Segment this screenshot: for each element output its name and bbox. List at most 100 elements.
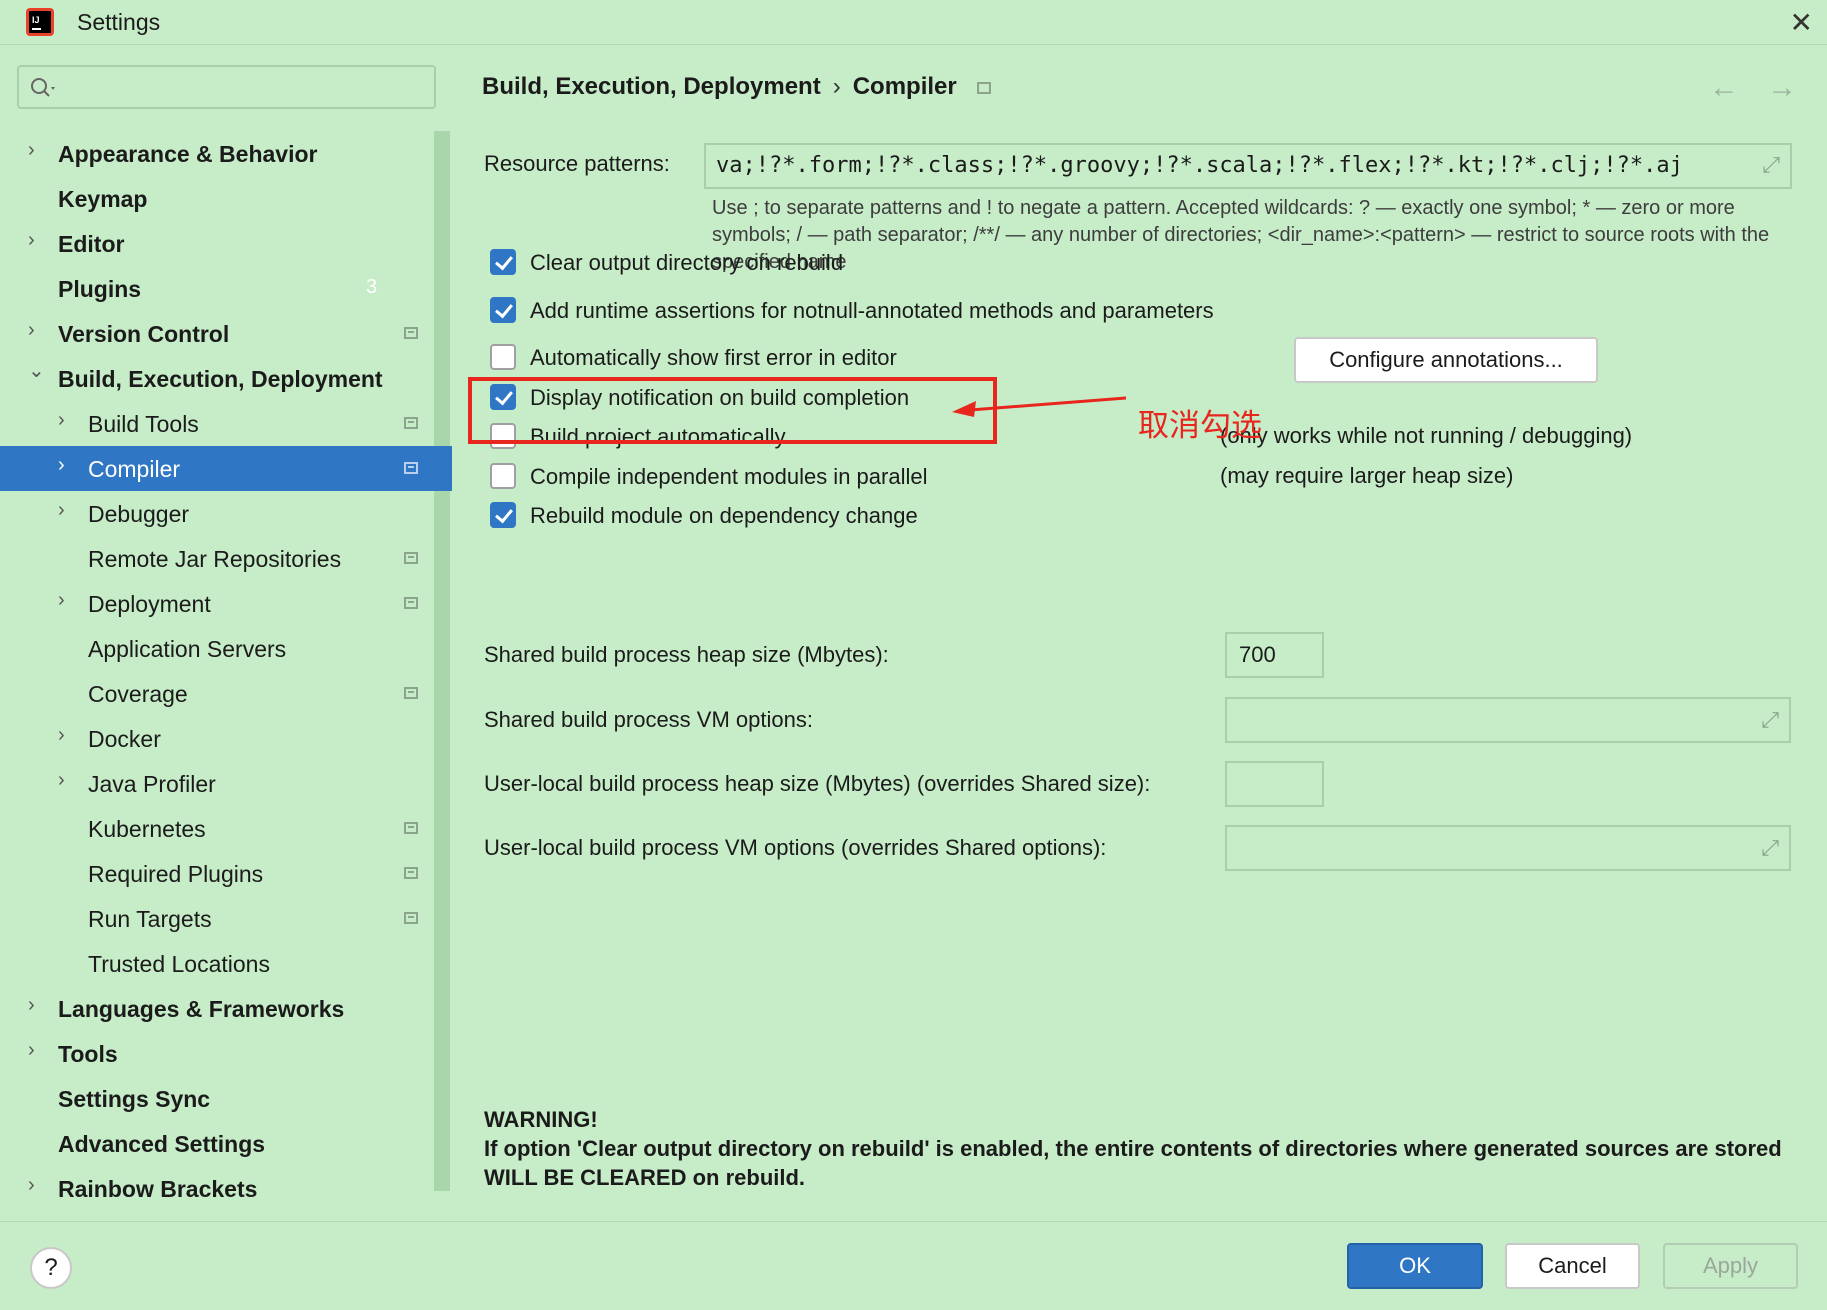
settings-search-input[interactable] <box>17 65 436 109</box>
chevron-right-icon[interactable]: › <box>58 589 65 612</box>
shared-heap-input[interactable]: 700 <box>1225 632 1324 678</box>
project-settings-icon <box>404 867 418 879</box>
sidebar-item-label: Trusted Locations <box>88 951 270 977</box>
close-icon[interactable]: ✕ <box>1790 6 1813 39</box>
sidebar-item-tools[interactable]: › Tools <box>0 1031 452 1076</box>
shared-vm-options-input[interactable]: ⤢ <box>1225 697 1791 743</box>
sidebar-item-label: Deployment <box>88 591 211 617</box>
expand-icon[interactable]: ⤢ <box>1761 707 1779 733</box>
chevron-right-icon[interactable]: › <box>58 454 65 477</box>
project-settings-icon <box>404 327 418 339</box>
back-arrow-icon[interactable]: ← <box>1709 71 1739 104</box>
sidebar-item-label: Java Profiler <box>88 771 216 797</box>
sidebar-item-plugins[interactable]: Plugins 3 <box>0 266 452 311</box>
sidebar-item-label: Build Tools <box>88 411 199 437</box>
sidebar-item-label: Keymap <box>58 186 148 212</box>
option-note: (may require larger heap size) <box>1220 463 1514 488</box>
annotation-note: 取消勾选 <box>1138 408 1262 443</box>
window-title: Settings <box>77 9 161 35</box>
sidebar-item-languages-frameworks[interactable]: › Languages & Frameworks <box>0 986 452 1031</box>
resource-patterns-label: Resource patterns: <box>484 151 670 176</box>
sidebar-item-required-plugins[interactable]: Required Plugins <box>0 851 452 896</box>
sidebar-item-remote-jar-repositories[interactable]: Remote Jar Repositories <box>0 536 452 581</box>
project-settings-icon <box>404 822 418 834</box>
cancel-button[interactable]: Cancel <box>1505 1243 1640 1289</box>
configure-annotations-button[interactable]: Configure annotations... <box>1294 337 1598 383</box>
chevron-right-icon[interactable]: › <box>28 1174 35 1197</box>
shared-heap-label: Shared build process heap size (Mbytes): <box>484 642 889 667</box>
checkbox-label: Rebuild module on dependency change <box>530 503 918 528</box>
resource-patterns-input[interactable]: va;!?*.form;!?*.class;!?*.groovy;!?*.sca… <box>704 143 1792 189</box>
chevron-right-icon[interactable]: › <box>58 499 65 522</box>
chevron-right-icon[interactable]: › <box>58 769 65 792</box>
sidebar-item-keymap[interactable]: Keymap <box>0 176 452 221</box>
sidebar-item-application-servers[interactable]: Application Servers <box>0 626 452 671</box>
user-local-vm-options-input[interactable]: ⤢ <box>1225 825 1791 871</box>
warning-body: If option 'Clear output directory on reb… <box>484 1136 1782 1190</box>
chevron-right-icon[interactable]: › <box>58 724 65 747</box>
help-button[interactable]: ? <box>30 1247 72 1289</box>
chevron-down-icon[interactable]: ⌄ <box>28 358 45 383</box>
expand-icon[interactable]: ⤢ <box>1761 835 1779 861</box>
sidebar-item-trusted-locations[interactable]: Trusted Locations <box>0 941 452 986</box>
sidebar-item-build-tools[interactable]: › Build Tools <box>0 401 452 446</box>
sidebar-item-label: Debugger <box>88 501 190 527</box>
sidebar-item-label: Version Control <box>58 321 230 347</box>
settings-sidebar: › Appearance & Behavior Keymap › Editor Plugi… <box>0 45 452 1221</box>
sidebar-item-editor[interactable]: › Editor <box>0 221 452 266</box>
project-settings-icon <box>404 597 418 609</box>
sidebar-item-appearance-behavior[interactable]: › Appearance & Behavior <box>0 131 452 176</box>
sidebar-item-run-targets[interactable]: Run Targets <box>0 896 452 941</box>
sidebar-item-label: Settings Sync <box>58 1086 211 1112</box>
sidebar-item-debugger[interactable]: › Debugger <box>0 491 452 536</box>
chevron-right-icon[interactable]: › <box>28 229 35 252</box>
user-local-heap-input[interactable] <box>1225 761 1324 807</box>
project-settings-icon <box>404 417 418 429</box>
sidebar-item-build-execution-deployment[interactable]: ⌄ Build, Execution, Deployment <box>0 356 452 401</box>
breadcrumb-parent[interactable]: Build, Execution, Deployment <box>482 73 821 100</box>
shared-vm-options-label: Shared build process VM options: <box>484 707 813 732</box>
sidebar-item-label: Run Targets <box>88 906 212 932</box>
sidebar-item-kubernetes[interactable]: Kubernetes <box>0 806 452 851</box>
sidebar-item-docker[interactable]: › Docker <box>0 716 452 761</box>
sidebar-item-label: Advanced Settings <box>58 1131 266 1157</box>
chevron-right-icon[interactable]: › <box>28 139 35 162</box>
checkbox-unchecked-icon[interactable] <box>490 344 516 370</box>
sidebar-item-settings-sync[interactable]: Settings Sync <box>0 1076 452 1121</box>
compiler-settings-panel: Build, Execution, Deployment › Compiler ← →… <box>452 45 1827 1221</box>
resource-patterns-value: va;!?*.form;!?*.class;!?*.groovy;!?*.sca… <box>716 153 1683 178</box>
breadcrumb-current: Compiler <box>852 73 957 100</box>
breadcrumb-separator: › <box>832 73 841 100</box>
sidebar-item-label: Tools <box>58 1041 118 1067</box>
checkbox-checked-icon[interactable] <box>490 502 516 528</box>
checkbox-checked-icon[interactable] <box>490 297 516 323</box>
expand-icon[interactable]: ⤢ <box>1762 153 1780 178</box>
checkbox-checked-icon[interactable] <box>490 249 516 275</box>
sidebar-item-rainbow-brackets[interactable]: › Rainbow Brackets <box>0 1166 452 1211</box>
plugin-update-count: 3 <box>366 276 378 298</box>
sidebar-item-label: Remote Jar Repositories <box>88 546 342 572</box>
user-local-heap-label: User-local build process heap size (Mbyt… <box>484 771 1151 796</box>
chevron-right-icon[interactable]: › <box>58 409 65 432</box>
sidebar-item-advanced-settings[interactable]: Advanced Settings <box>0 1121 452 1166</box>
sidebar-item-java-profiler[interactable]: › Java Profiler <box>0 761 452 806</box>
forward-arrow-icon[interactable]: → <box>1767 71 1797 104</box>
ok-button[interactable]: OK <box>1347 1243 1483 1289</box>
project-settings-icon <box>404 552 418 564</box>
sidebar-item-compiler[interactable]: › Compiler <box>0 446 452 491</box>
sidebar-item-deployment[interactable]: › Deployment <box>0 581 452 626</box>
apply-button[interactable]: Apply <box>1663 1243 1798 1289</box>
sidebar-item-coverage[interactable]: Coverage <box>0 671 452 716</box>
chevron-right-icon[interactable]: › <box>28 1039 35 1062</box>
warning-message: WARNING! If option 'Clear output directo… <box>484 1105 1804 1192</box>
checkbox-unchecked-icon[interactable] <box>490 463 516 489</box>
project-settings-icon <box>976 81 991 94</box>
checkbox-label: Clear output directory on rebuild <box>530 250 844 275</box>
search-icon <box>31 78 55 97</box>
chevron-right-icon[interactable]: › <box>28 319 35 342</box>
sidebar-item-version-control[interactable]: › Version Control <box>0 311 452 356</box>
chevron-right-icon[interactable]: › <box>28 994 35 1017</box>
annotation-arrow <box>952 396 1127 417</box>
annotation-highlight-box <box>468 377 997 444</box>
project-settings-icon <box>404 687 418 699</box>
